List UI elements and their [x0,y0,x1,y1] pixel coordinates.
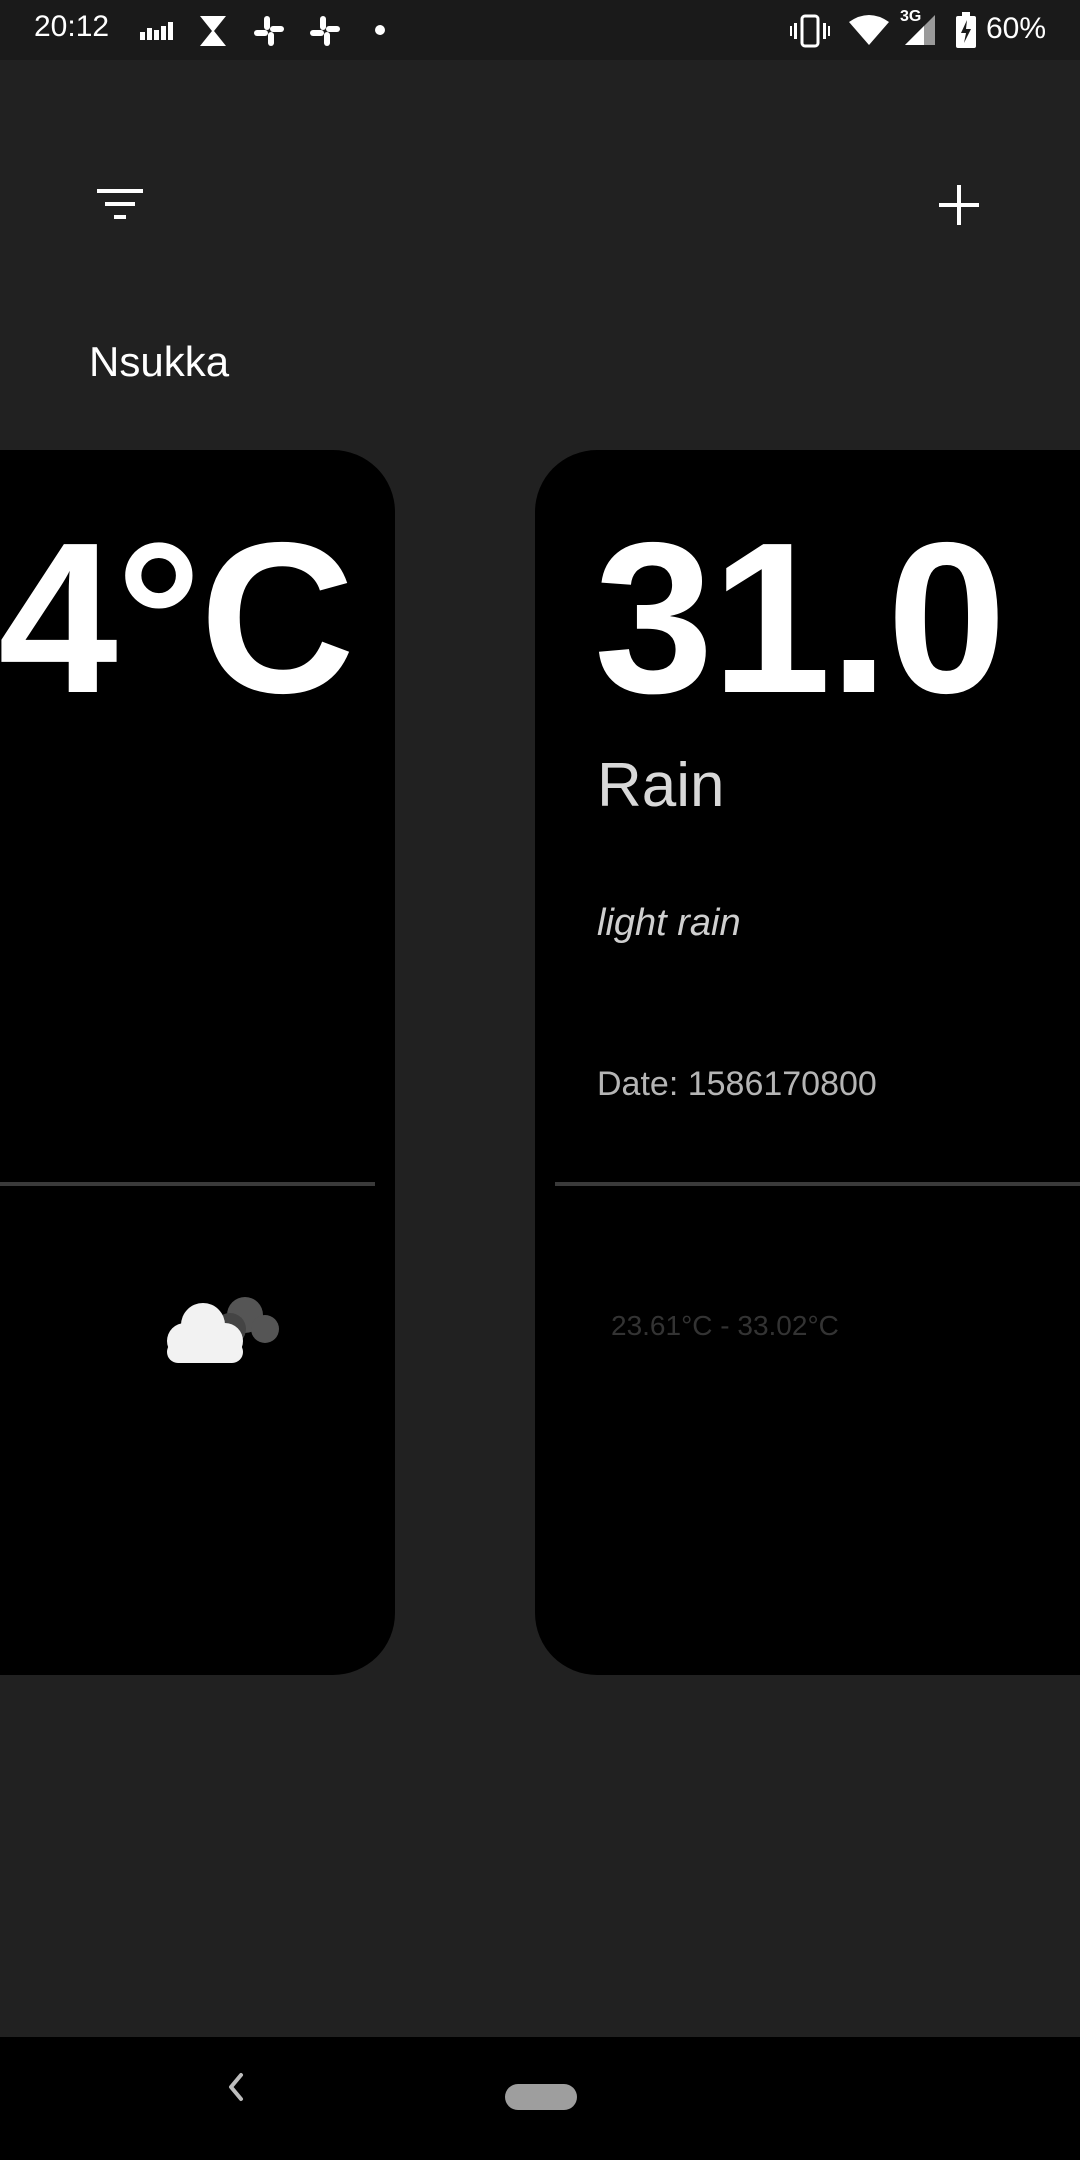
divider [0,1182,375,1186]
slack-icon [254,16,284,46]
temperature: 4°C [0,497,355,738]
home-button[interactable] [505,2084,577,2110]
hourglass-icon [200,16,226,46]
status-time: 20:12 [34,10,110,43]
weather-condition: Rain [597,751,725,820]
weather-card[interactable]: 31.0 Rain light rain Date: 1586170800 23… [535,450,1080,1675]
cellular-icon [905,15,935,45]
signal-bars-icon [140,22,173,40]
back-chevron-icon [229,2073,243,2101]
wifi-icon [849,15,889,45]
slack-icon [310,16,340,46]
forecast-date: Date: 1586170800 [597,1065,877,1103]
navigation-bar [0,2037,1080,2160]
vibrate-icon [790,14,830,48]
divider [555,1182,1080,1186]
add-city-button[interactable] [909,155,1009,255]
plus-icon [939,185,979,225]
back-button[interactable] [210,2057,260,2117]
temperature: 31.0 [594,497,1006,738]
weather-description: light rain [597,902,741,944]
dot-icon [375,25,385,35]
weather-screen: 20:12 3G 60% Nsukka 4°C 31.0 Rain light … [0,0,1080,2160]
filter-icon [97,189,143,219]
temperature-range: 23.61°C - 33.02°C [611,1310,839,1341]
city-title: Nsukka [89,338,230,385]
filter-button[interactable] [70,155,170,255]
status-bar: 20:12 3G 60% [0,0,1080,60]
weather-card[interactable]: 4°C [0,450,395,1675]
battery-charging-icon [956,12,976,48]
cloud-icon [167,1297,279,1363]
battery-percentage: 60% [985,12,1046,45]
